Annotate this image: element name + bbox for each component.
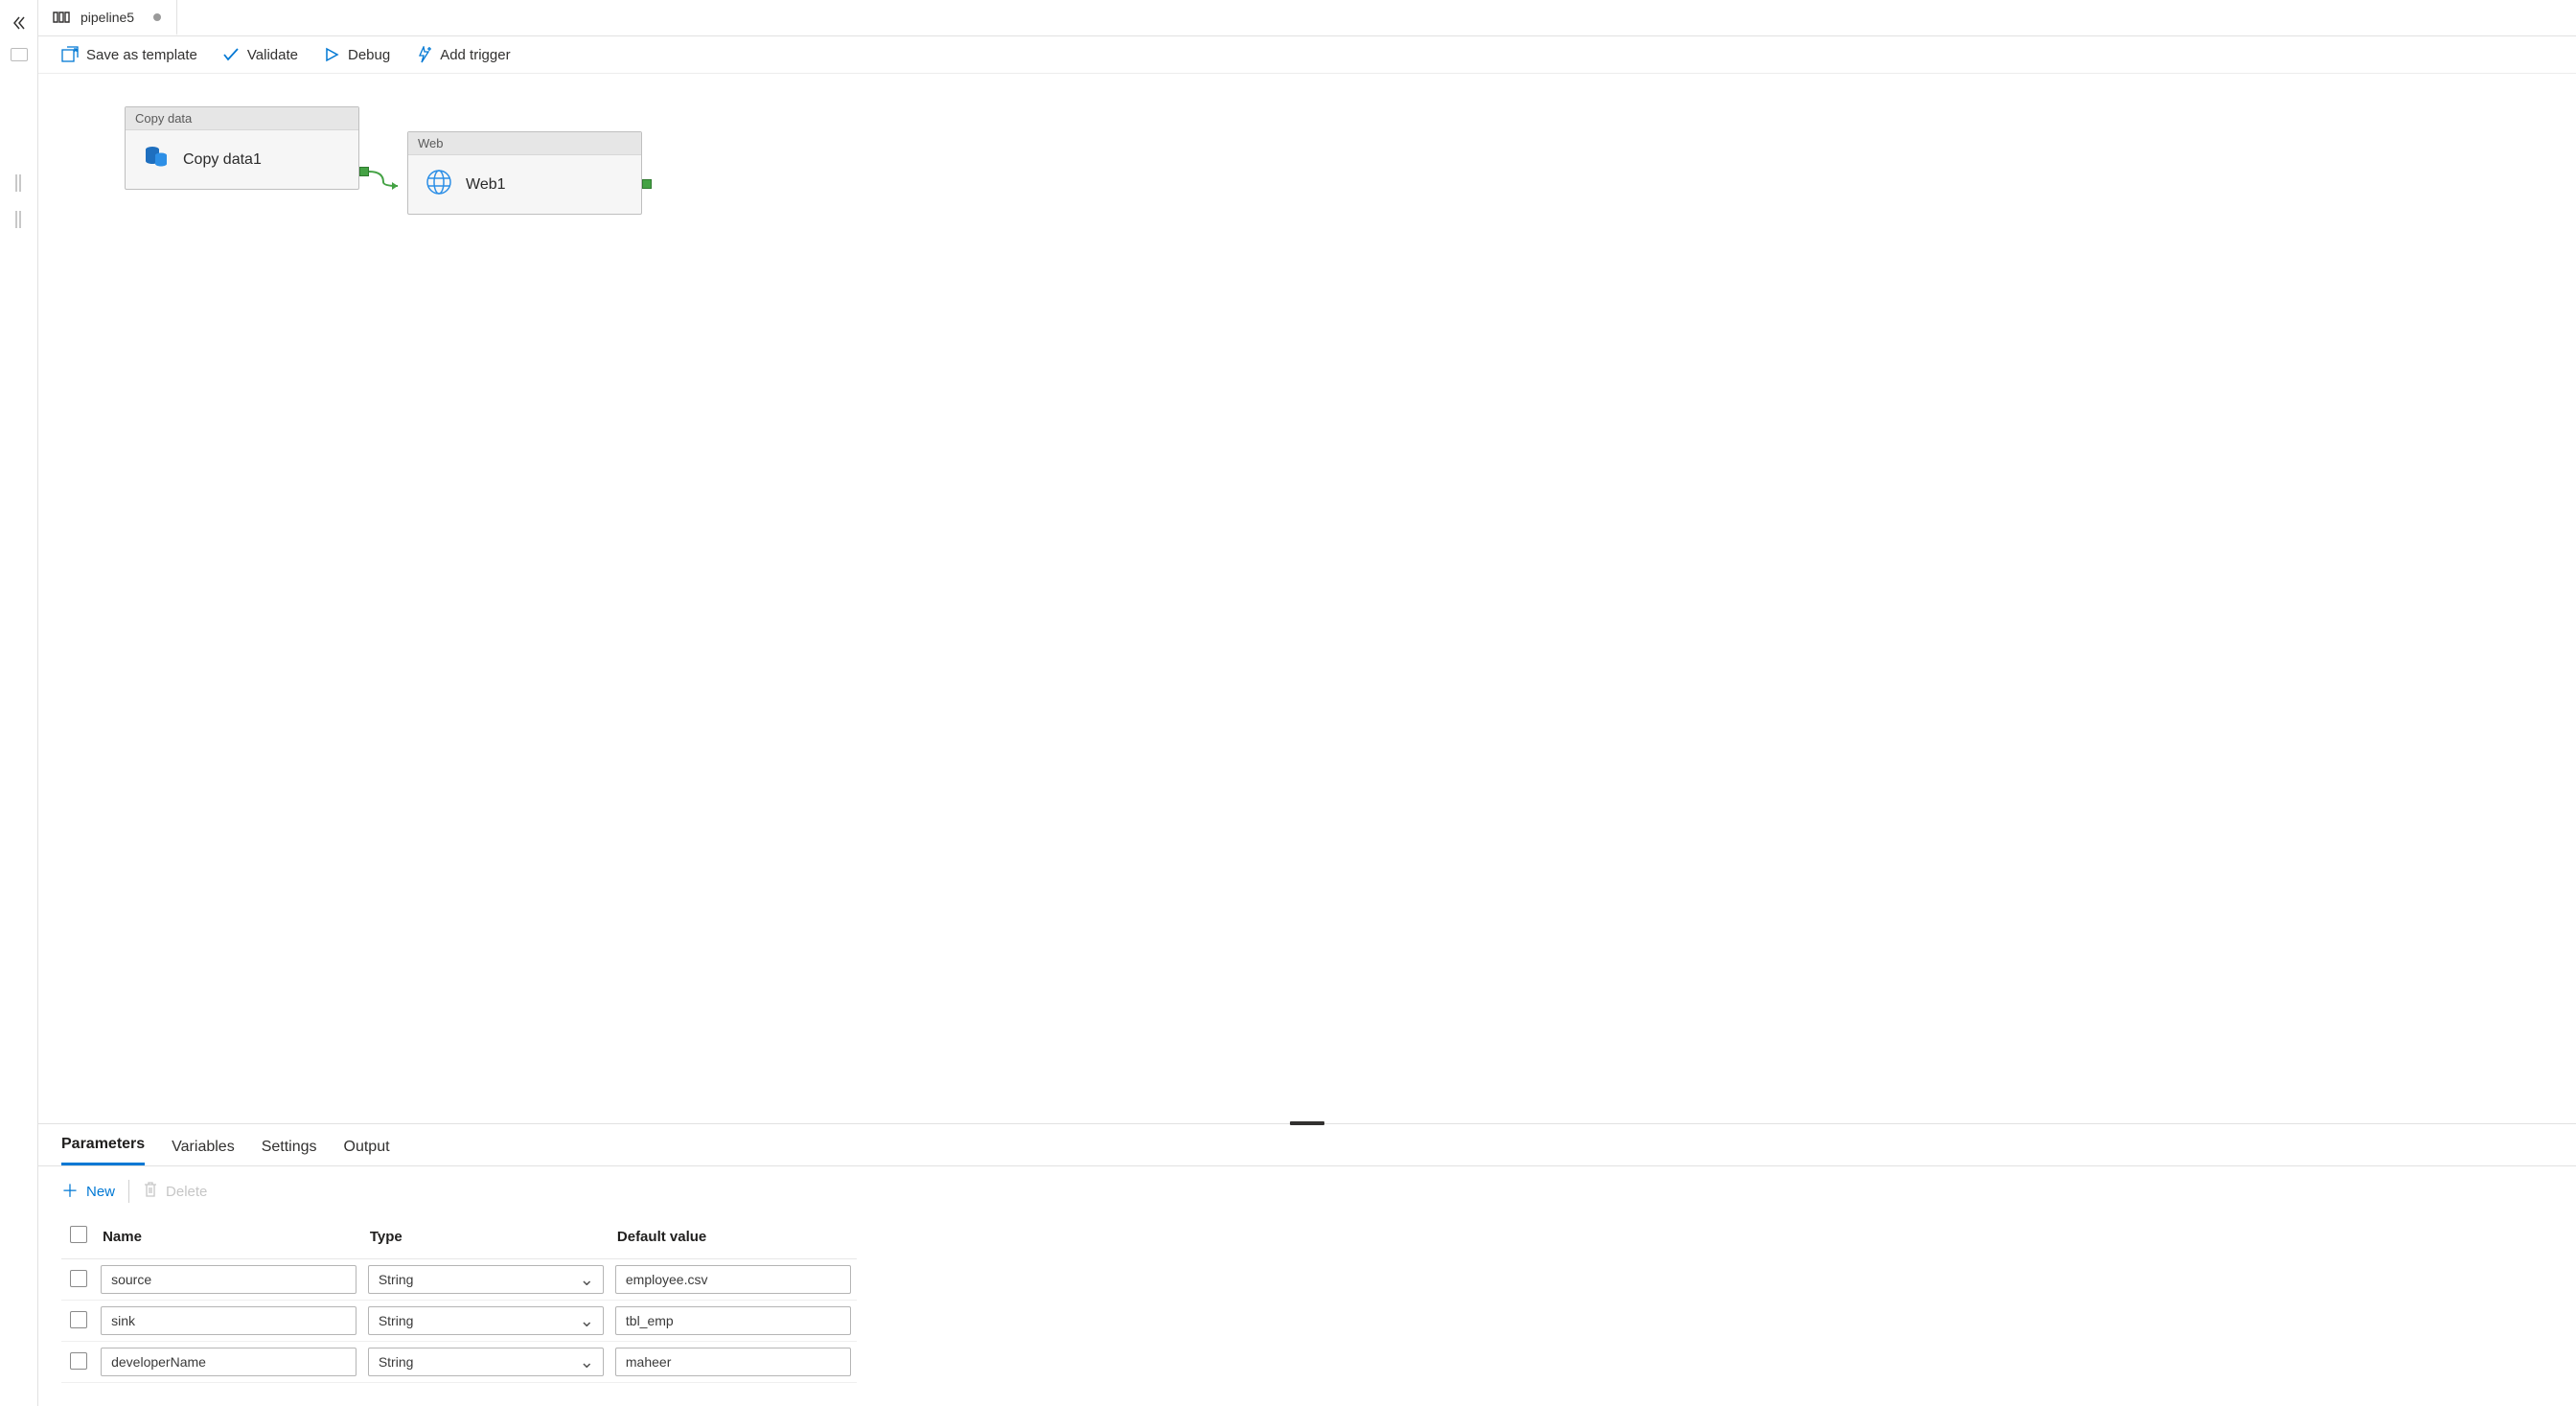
chevron-double-left-icon: [12, 15, 27, 31]
param-default-input[interactable]: [615, 1306, 851, 1335]
debug-button[interactable]: Debug: [323, 46, 390, 63]
row-checkbox[interactable]: [70, 1311, 87, 1328]
node-name-label: Web1: [466, 176, 506, 194]
param-name-input[interactable]: [101, 1306, 356, 1335]
table-row: ⌄: [61, 1342, 857, 1383]
chevron-down-icon: ⌄: [580, 1312, 594, 1329]
tab-variables[interactable]: Variables: [172, 1129, 235, 1165]
delete-parameter-button[interactable]: Delete: [143, 1181, 207, 1202]
table-row: ⌄: [61, 1259, 857, 1301]
trash-icon: [143, 1181, 158, 1202]
panel-grip-1[interactable]: [15, 174, 23, 192]
save-as-template-button[interactable]: Save as template: [61, 46, 197, 63]
add-trigger-button[interactable]: Add trigger: [415, 46, 510, 63]
tab-pipeline5[interactable]: pipeline5: [38, 0, 177, 35]
select-all-checkbox[interactable]: [70, 1226, 87, 1243]
new-parameter-button[interactable]: ＋ New: [61, 1183, 115, 1200]
param-default-input[interactable]: [615, 1265, 851, 1294]
tab-title: pipeline5: [80, 10, 134, 25]
play-icon: [323, 46, 340, 63]
node-web[interactable]: Web Web1: [407, 131, 642, 215]
parameters-grid: Name Type Default value ⌄: [38, 1216, 2576, 1406]
connector-arrow: [369, 165, 407, 194]
panel-tabs: Parameters Variables Settings Output: [38, 1124, 2576, 1166]
chevron-down-icon: ⌄: [580, 1353, 594, 1371]
row-checkbox[interactable]: [70, 1270, 87, 1287]
panel-resize-handle[interactable]: [1290, 1121, 1324, 1125]
table-row: ⌄: [61, 1301, 857, 1342]
node-output-connector[interactable]: [642, 179, 652, 189]
validate-button[interactable]: Validate: [222, 46, 298, 63]
param-name-input[interactable]: [101, 1265, 356, 1294]
add-trigger-label: Add trigger: [440, 47, 510, 63]
trigger-icon: [415, 46, 432, 63]
debug-label: Debug: [348, 47, 390, 63]
col-name: Name: [95, 1218, 362, 1259]
node-copy-data[interactable]: Copy data Copy data1: [125, 106, 359, 190]
globe-icon: [426, 169, 452, 200]
left-rail: [0, 0, 38, 1406]
bottom-panel: Parameters Variables Settings Output ＋ N…: [38, 1123, 2576, 1406]
param-name-input[interactable]: [101, 1348, 356, 1376]
rail-placeholder: [11, 48, 28, 61]
delete-label: Delete: [166, 1184, 207, 1200]
plus-icon: ＋: [61, 1183, 79, 1200]
node-name-label: Copy data1: [183, 151, 262, 169]
main-area: pipeline5 Save as template Validate: [38, 0, 2576, 1406]
tab-output[interactable]: Output: [344, 1129, 390, 1165]
validate-label: Validate: [247, 47, 298, 63]
chevron-down-icon: ⌄: [580, 1271, 594, 1288]
toolbar: Save as template Validate Debug Add trig…: [38, 36, 2576, 74]
canvas[interactable]: Copy data Copy data1 Web: [38, 74, 2576, 1123]
pipeline-icon: [52, 10, 71, 25]
tab-settings[interactable]: Settings: [262, 1129, 317, 1165]
parameter-actions: ＋ New Delete: [38, 1166, 2576, 1216]
database-icon: [143, 144, 170, 175]
node-output-connector[interactable]: [359, 167, 369, 176]
save-as-template-label: Save as template: [86, 47, 197, 63]
save-template-icon: [61, 46, 79, 63]
param-type-select[interactable]: [368, 1265, 604, 1294]
row-checkbox[interactable]: [70, 1352, 87, 1370]
checkmark-icon: [222, 46, 240, 63]
node-type-label: Copy data: [126, 107, 358, 130]
collapse-panel-button[interactable]: [8, 12, 31, 35]
param-default-input[interactable]: [615, 1348, 851, 1376]
tab-parameters[interactable]: Parameters: [61, 1126, 145, 1165]
col-type: Type: [362, 1218, 610, 1259]
node-type-label: Web: [408, 132, 641, 155]
unsaved-dot-icon: [153, 13, 161, 21]
col-default: Default value: [610, 1218, 857, 1259]
panel-grip-2[interactable]: [15, 211, 23, 228]
tabbar: pipeline5: [38, 0, 2576, 36]
param-type-select[interactable]: [368, 1348, 604, 1376]
separator: [128, 1180, 129, 1203]
param-type-select[interactable]: [368, 1306, 604, 1335]
new-label: New: [86, 1184, 115, 1200]
